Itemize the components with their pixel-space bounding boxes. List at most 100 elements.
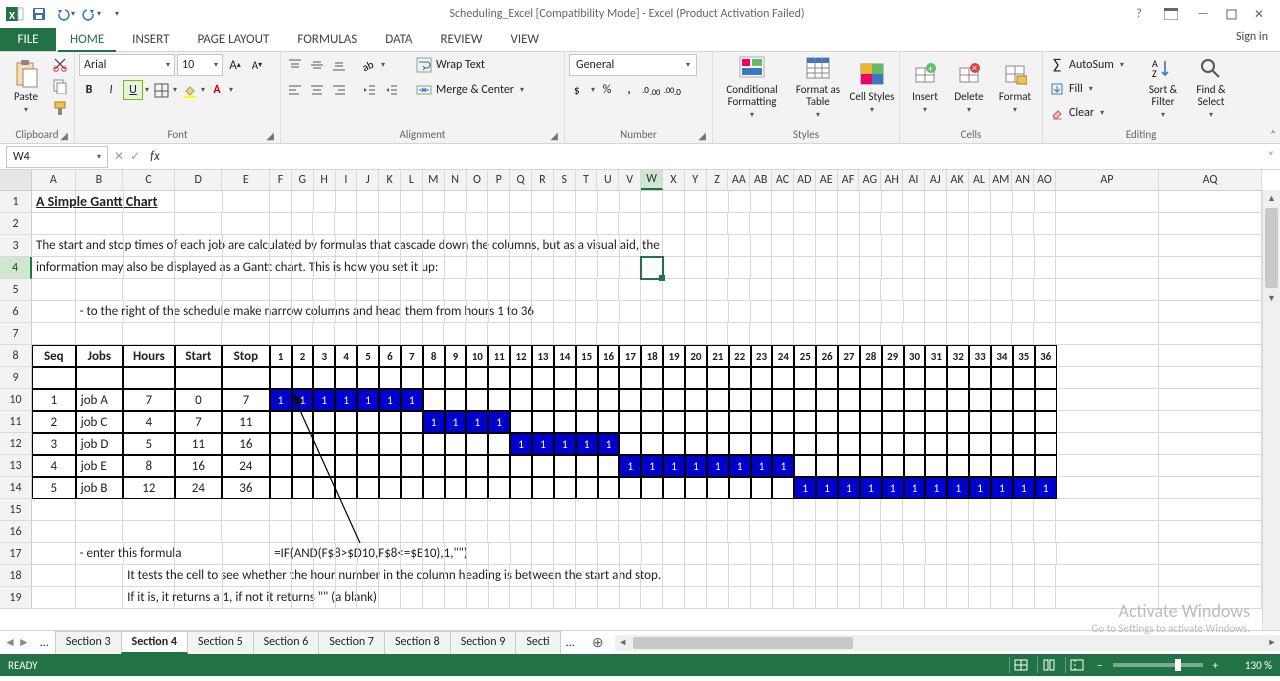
cell[interactable] [510, 565, 532, 587]
cell[interactable] [292, 587, 314, 609]
cell[interactable] [860, 235, 882, 257]
cell[interactable] [969, 587, 991, 609]
cell[interactable]: job B [76, 477, 124, 499]
cell[interactable] [1159, 345, 1262, 367]
cell[interactable] [444, 323, 466, 345]
cell[interactable] [707, 301, 729, 323]
column-header[interactable]: AP [1056, 170, 1159, 190]
cell[interactable] [707, 499, 729, 521]
sheet-tab-overflow-left[interactable]: ... [34, 636, 55, 650]
cell[interactable] [532, 499, 554, 521]
cell[interactable]: 23 [751, 345, 773, 367]
cell[interactable] [685, 257, 707, 279]
cell[interactable] [663, 587, 685, 609]
ribbon-tab-view[interactable]: VIEW [496, 28, 553, 51]
cell[interactable]: job C [76, 411, 124, 433]
cell[interactable] [379, 279, 401, 301]
cell[interactable] [423, 301, 445, 323]
cell[interactable] [816, 587, 838, 609]
cell[interactable]: 10 [466, 345, 488, 367]
cell[interactable] [641, 301, 663, 323]
cell[interactable] [969, 389, 991, 411]
cell[interactable] [794, 257, 816, 279]
cell[interactable] [685, 191, 707, 213]
cell[interactable] [772, 389, 794, 411]
cell[interactable] [357, 367, 379, 389]
column-header[interactable]: AB [750, 170, 772, 190]
cell[interactable]: 27 [838, 345, 860, 367]
cell[interactable]: 1 [379, 389, 401, 411]
cell[interactable] [991, 367, 1013, 389]
cell[interactable] [729, 235, 751, 257]
cell[interactable] [313, 499, 335, 521]
cell[interactable] [576, 323, 598, 345]
cell[interactable] [576, 455, 598, 477]
cell[interactable] [1034, 521, 1056, 543]
row-header[interactable]: 10 [0, 389, 32, 411]
cell[interactable] [903, 323, 925, 345]
cell[interactable] [1035, 367, 1057, 389]
qat-customize-icon[interactable]: ▾ [106, 3, 128, 25]
cell[interactable] [576, 587, 598, 609]
cell[interactable]: 7 [222, 389, 270, 411]
cell[interactable] [903, 521, 925, 543]
cell[interactable] [685, 521, 707, 543]
cell[interactable] [1159, 279, 1262, 301]
cell[interactable]: 1 [882, 477, 904, 499]
cell[interactable] [1013, 389, 1035, 411]
cell[interactable] [1057, 543, 1160, 565]
cell[interactable] [32, 323, 76, 345]
cell[interactable] [510, 323, 532, 345]
cell[interactable] [925, 191, 947, 213]
cell[interactable]: 1 [466, 411, 488, 433]
cell[interactable] [1035, 587, 1057, 609]
cell[interactable] [445, 301, 467, 323]
cell[interactable] [772, 213, 794, 235]
cell[interactable] [816, 411, 838, 433]
cell[interactable] [991, 191, 1013, 213]
cell[interactable] [772, 323, 794, 345]
cell[interactable] [991, 499, 1013, 521]
cell[interactable] [772, 477, 794, 499]
ribbon-tab-insert[interactable]: INSERT [118, 28, 183, 51]
cell[interactable] [76, 213, 124, 235]
cell[interactable] [904, 411, 926, 433]
cell[interactable] [881, 499, 903, 521]
cell[interactable]: job A [76, 389, 124, 411]
cell[interactable] [357, 235, 379, 257]
cell[interactable] [76, 279, 124, 301]
cell[interactable] [729, 191, 751, 213]
worksheet-area[interactable]: ABCDEFGHIJKLMNOPQRSTUVWXYZAAABACADAEAFAG… [0, 170, 1280, 630]
cell[interactable] [466, 477, 488, 499]
cell[interactable] [598, 257, 620, 279]
decrease-font-icon[interactable]: A▾ [247, 55, 267, 75]
row-header[interactable]: 18 [0, 565, 32, 587]
cell[interactable] [532, 587, 554, 609]
cell[interactable] [314, 235, 336, 257]
cell[interactable] [794, 367, 816, 389]
column-header[interactable]: N [445, 170, 467, 190]
cell[interactable] [292, 477, 314, 499]
cell[interactable] [816, 213, 838, 235]
cell[interactable] [314, 301, 336, 323]
cell[interactable] [794, 235, 816, 257]
cell[interactable] [423, 543, 445, 565]
cell[interactable] [401, 301, 423, 323]
number-format-select[interactable]: General▾ [569, 54, 697, 76]
cell[interactable] [663, 389, 685, 411]
cell[interactable] [532, 257, 554, 279]
column-header[interactable]: AG [859, 170, 881, 190]
column-header[interactable]: Q [510, 170, 532, 190]
cell[interactable] [991, 323, 1013, 345]
row-header[interactable]: 7 [0, 323, 32, 345]
cell[interactable] [620, 257, 642, 279]
cell[interactable] [576, 389, 598, 411]
cell[interactable] [554, 279, 576, 301]
sheet-tab[interactable]: Section 4 [121, 631, 188, 654]
cell[interactable] [510, 587, 532, 609]
row-header[interactable]: 14 [0, 477, 32, 499]
cell[interactable] [445, 191, 467, 213]
cell[interactable] [707, 323, 729, 345]
cell[interactable] [620, 235, 642, 257]
cell[interactable] [510, 389, 532, 411]
